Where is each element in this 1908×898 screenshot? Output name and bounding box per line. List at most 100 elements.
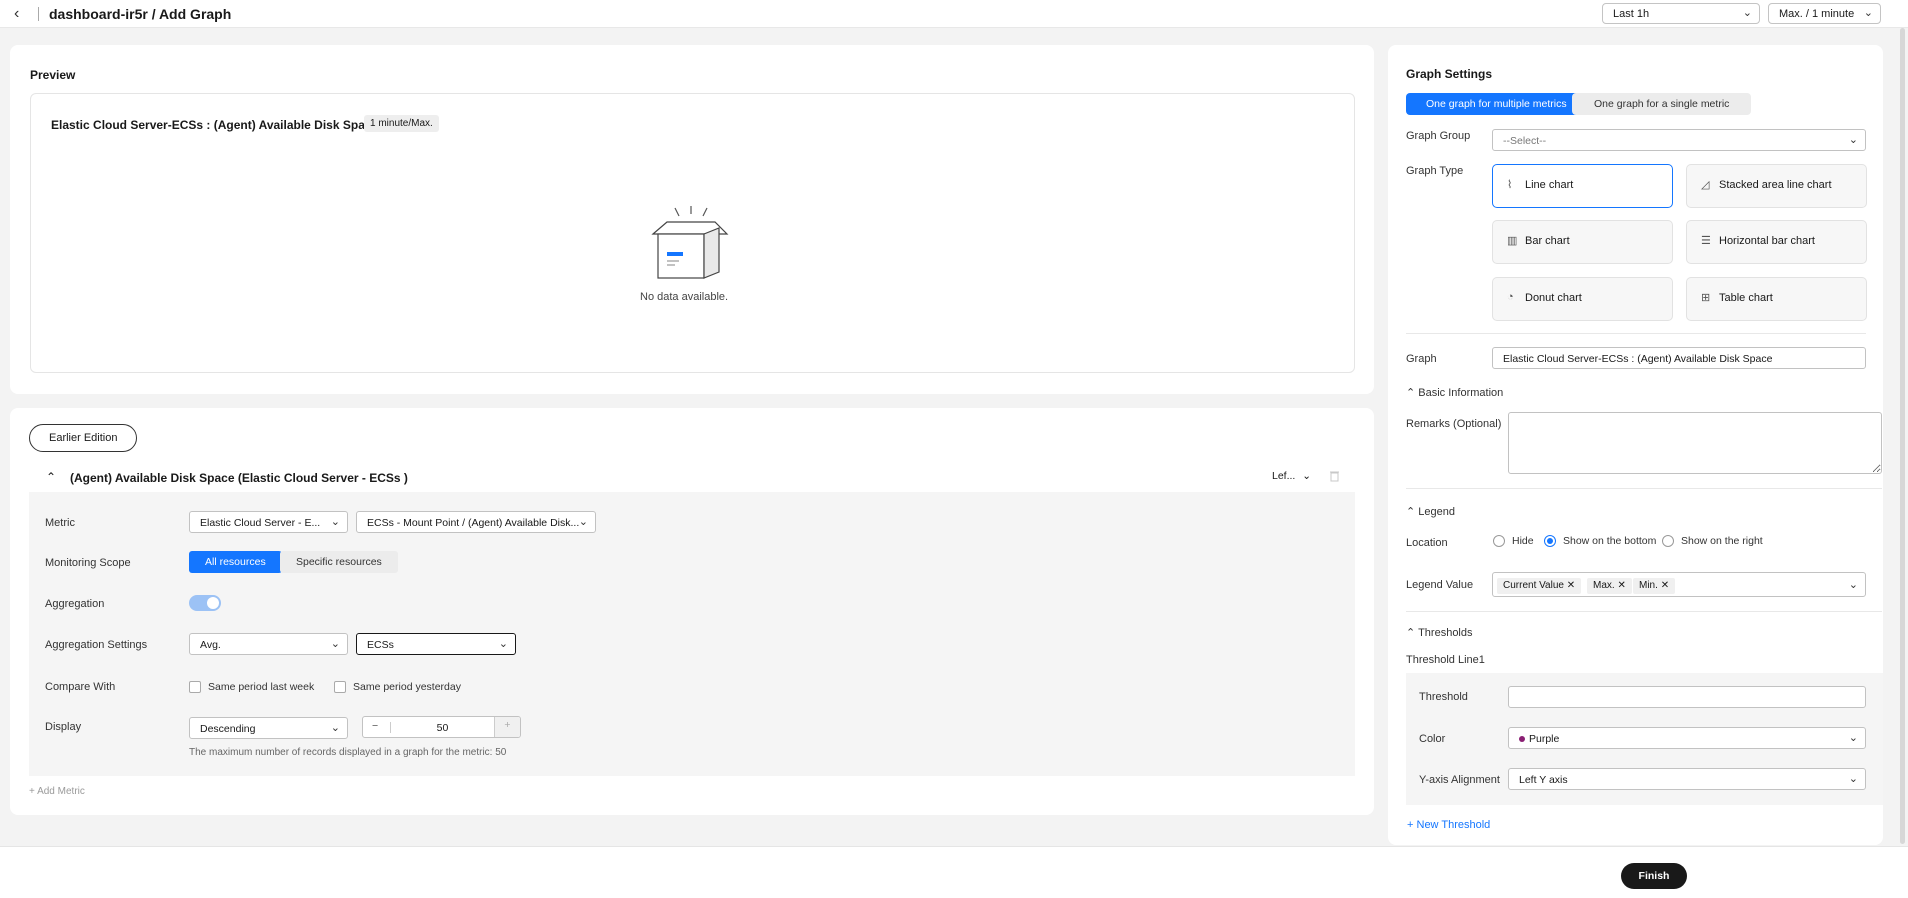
agg-dimension-select[interactable]: ECSs ⌄ xyxy=(356,633,516,655)
metric-config: Metric Elastic Cloud Server - E... ⌄ ECS… xyxy=(29,492,1355,776)
period-value: Max. / 1 minute xyxy=(1779,8,1855,20)
preview-graph-title: Elastic Cloud Server-ECSs : (Agent) Avai… xyxy=(51,118,379,132)
location-bottom-radio[interactable] xyxy=(1544,535,1556,547)
graph-group-select[interactable]: --Select-- ⌄ xyxy=(1492,129,1866,151)
close-icon[interactable]: ✕ xyxy=(1661,580,1669,591)
preview-area: Elastic Cloud Server-ECSs : (Agent) Avai… xyxy=(30,93,1355,373)
scope-label: Monitoring Scope xyxy=(45,557,131,569)
legend-value-select[interactable]: Current Value ✕ Max. ✕ Min. ✕ ⌄ xyxy=(1492,572,1866,597)
yaxis-select[interactable]: Left Y axis ⌄ xyxy=(1508,768,1866,790)
scope-specific-button[interactable]: Specific resources xyxy=(280,551,398,573)
location-right-radio[interactable] xyxy=(1662,535,1674,547)
basic-info-toggle[interactable]: ⌃ Basic Information xyxy=(1406,386,1503,399)
page-title: dashboard-ir5r / Add Graph xyxy=(49,6,232,22)
chevron-down-icon: ⌄ xyxy=(498,638,508,650)
location-bottom-label: Show on the bottom xyxy=(1563,535,1657,547)
graph-name-input[interactable]: Elastic Cloud Server-ECSs : (Agent) Avai… xyxy=(1492,347,1866,369)
collapse-icon[interactable]: ⌃ xyxy=(46,470,56,484)
display-order-value: Descending xyxy=(200,723,256,735)
preview-card: Preview Elastic Cloud Server-ECSs : (Age… xyxy=(10,45,1374,394)
location-hide-label: Hide xyxy=(1512,535,1534,547)
close-icon[interactable]: ✕ xyxy=(1567,580,1575,591)
graph-group-label: Graph Group xyxy=(1406,130,1471,142)
legend-tag: Current Value ✕ xyxy=(1497,578,1582,594)
plus-icon[interactable]: + xyxy=(494,717,520,737)
type-donut-label: Donut chart xyxy=(1525,292,1582,304)
chevron-down-icon: ⌄ xyxy=(1848,773,1858,785)
earlier-edition-button[interactable]: Earlier Edition xyxy=(29,424,138,452)
yaxis-value: Left Y axis xyxy=(1519,774,1568,786)
chevron-down-icon: ⌄ xyxy=(330,516,340,528)
new-threshold-button[interactable]: + New Threshold xyxy=(1407,819,1490,831)
color-select[interactable]: Purple ⌄ xyxy=(1508,727,1866,749)
location-right-label: Show on the right xyxy=(1681,535,1763,547)
legend-value-label: Legend Value xyxy=(1406,579,1474,591)
type-stacked-area-chart[interactable]: ◿ Stacked area line chart xyxy=(1686,164,1867,208)
toggle-knob xyxy=(207,597,219,609)
trash-icon[interactable] xyxy=(1329,470,1340,482)
type-table-chart[interactable]: ⊞ Table chart xyxy=(1686,277,1867,321)
thresholds-toggle[interactable]: ⌃ Thresholds xyxy=(1406,626,1473,639)
display-count-stepper[interactable]: − 50 + xyxy=(362,716,521,738)
scope-all-button[interactable]: All resources xyxy=(189,551,282,573)
metric-service-select[interactable]: Elastic Cloud Server - E... ⌄ xyxy=(189,511,348,533)
thresholds-label: Thresholds xyxy=(1418,627,1473,639)
new-threshold-label: New Threshold xyxy=(1416,819,1491,831)
display-hint: The maximum number of records displayed … xyxy=(189,747,507,758)
type-stacked-label: Stacked area line chart xyxy=(1719,179,1832,191)
remarks-textarea[interactable] xyxy=(1508,412,1882,474)
chevron-down-icon: ⌄ xyxy=(1742,7,1752,19)
location-label: Location xyxy=(1406,537,1448,549)
period-select[interactable]: Max. / 1 minute ⌄ xyxy=(1768,3,1881,24)
add-metric-button[interactable]: + Add Metric xyxy=(29,786,85,797)
color-swatch xyxy=(1519,736,1525,742)
agg-method-select[interactable]: Avg. ⌄ xyxy=(189,633,348,655)
basic-info-label: Basic Information xyxy=(1418,387,1504,399)
horizontal-bar-icon: ☰ xyxy=(1701,235,1711,247)
yaxis-label: Y-axis Alignment xyxy=(1419,774,1500,786)
type-line-chart[interactable]: ⌇ Line chart xyxy=(1492,164,1673,208)
mode-multi-button[interactable]: One graph for multiple metrics xyxy=(1406,93,1587,115)
compare-label: Compare With xyxy=(45,681,116,693)
divider xyxy=(1406,488,1882,489)
agg-method-value: Avg. xyxy=(200,639,221,651)
time-range-select[interactable]: Last 1h ⌄ xyxy=(1602,3,1760,24)
legend-label: Legend xyxy=(1418,506,1455,518)
location-hide-radio[interactable] xyxy=(1493,535,1505,547)
compare-week-checkbox[interactable] xyxy=(189,681,201,693)
back-icon[interactable]: ‹ xyxy=(14,5,19,23)
mode-single-button[interactable]: One graph for a single metric xyxy=(1572,93,1752,115)
compare-yesterday-checkbox[interactable] xyxy=(334,681,346,693)
type-line-label: Line chart xyxy=(1525,179,1574,191)
aggregation-label: Aggregation xyxy=(45,598,105,610)
chevron-down-icon: ⌄ xyxy=(1848,579,1858,591)
metric-title: (Agent) Available Disk Space (Elastic Cl… xyxy=(70,471,408,485)
empty-box-icon xyxy=(651,206,729,279)
type-horizontal-bar-chart[interactable]: ☰ Horizontal bar chart xyxy=(1686,220,1867,264)
type-bar-chart[interactable]: ▥ Bar chart xyxy=(1492,220,1673,264)
bar-chart-icon: ▥ xyxy=(1507,235,1518,247)
legend-toggle[interactable]: ⌃ Legend xyxy=(1406,505,1455,518)
scrollbar[interactable] xyxy=(1898,28,1908,846)
display-order-select[interactable]: Descending ⌄ xyxy=(189,717,348,739)
type-donut-chart[interactable]: ◔ Donut chart xyxy=(1492,277,1673,321)
display-label: Display xyxy=(45,721,82,733)
aggregation-toggle[interactable] xyxy=(189,595,221,611)
chevron-down-icon: ⌄ xyxy=(1848,134,1858,146)
legend-tag: Min. ✕ xyxy=(1633,578,1676,594)
metric-service-value: Elastic Cloud Server - E... xyxy=(200,517,321,529)
threshold-input[interactable] xyxy=(1508,686,1866,708)
agg-settings-label: Aggregation Settings xyxy=(45,639,148,651)
close-icon[interactable]: ✕ xyxy=(1617,580,1625,591)
footer-bar: Finish xyxy=(0,846,1908,898)
graph-name-label: Graph xyxy=(1406,353,1437,365)
period-badge: 1 minute/Max. xyxy=(364,115,439,132)
scrollbar-thumb[interactable] xyxy=(1900,28,1905,844)
metric-name-select[interactable]: ECSs - Mount Point / (Agent) Available D… xyxy=(356,511,596,533)
finish-button[interactable]: Finish xyxy=(1621,863,1687,889)
axis-select[interactable]: Lef... ⌄ xyxy=(1272,470,1311,482)
divider xyxy=(1406,333,1866,334)
settings-heading: Graph Settings xyxy=(1406,67,1493,81)
type-bar-label: Bar chart xyxy=(1525,235,1570,247)
metric-label: Metric xyxy=(45,517,75,529)
